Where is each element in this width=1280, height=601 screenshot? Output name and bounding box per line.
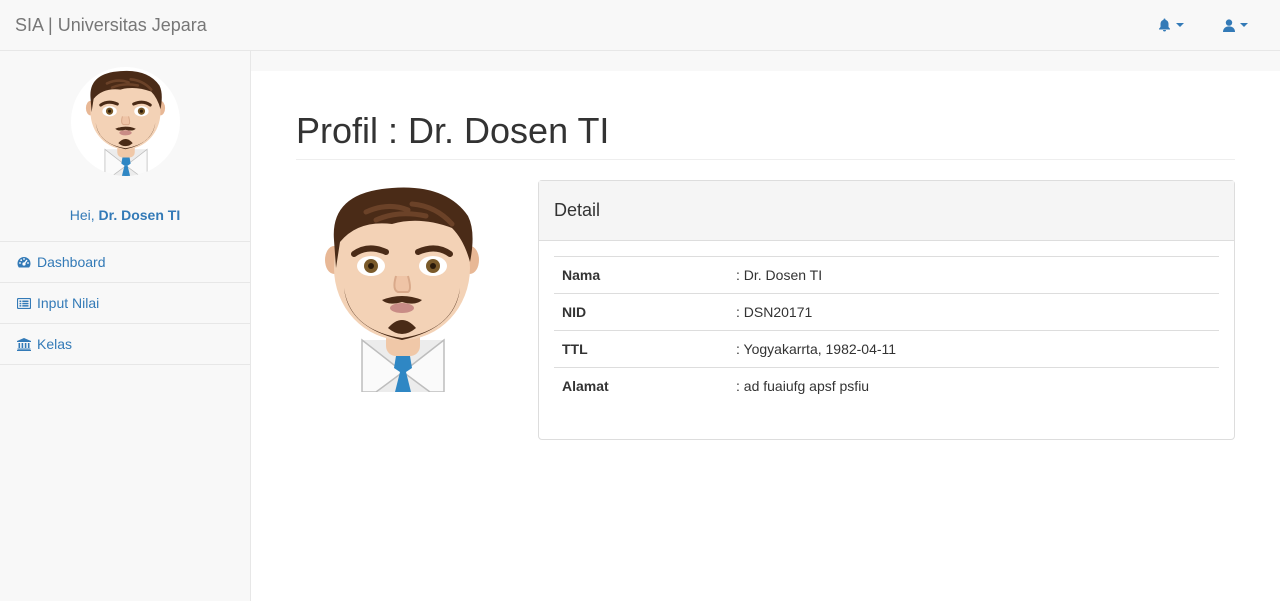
notifications-dropdown[interactable] [1158,16,1184,34]
row-value: : ad fuaiufg apsf psfiu [736,378,870,395]
sidebar-item-input-nilai[interactable]: Input Nilai [0,283,250,324]
top-navbar: SIA | Universitas Jepara [0,0,1280,51]
panel-body: Nama : Dr. Dosen TI NID : DSN20171 TTL :… [539,241,1234,420]
greeting-user-name: Dr. Dosen TI [98,207,181,223]
sidebar-item-label: Dashboard [37,254,106,270]
table-row: Nama : Dr. Dosen TI [554,256,1219,294]
user-dropdown[interactable] [1223,16,1248,34]
list-icon [17,297,31,309]
row-label: NID [554,293,728,331]
detail-table: Nama : Dr. Dosen TI NID : DSN20171 TTL :… [554,256,1219,405]
row-label: TTL [554,330,728,368]
user-icon [1223,18,1235,32]
user-greeting: Hei, Dr. Dosen TI [0,207,250,223]
row-label: Nama [554,256,728,294]
detail-panel: Detail Nama : Dr. Dosen TI NID : DSN2017… [538,180,1235,440]
title-divider [296,159,1235,160]
chevron-down-icon [1176,23,1184,27]
sidebar-item-label: Kelas [37,336,73,352]
row-value: : Yogyakarrta, 1982-04-11 [728,330,1219,368]
bell-icon [1159,18,1170,32]
table-row: Alamat : ad fuaiufg apsf psfiu [554,368,1219,405]
chevron-down-icon [1240,23,1248,27]
panel-title: Detail [539,181,1234,241]
table-row: TTL : Yogyakarrta, 1982-04-11 [554,330,1219,368]
brand-link[interactable]: SIA | Universitas Jepara [15,14,207,36]
dashboard-icon [17,257,31,268]
avatar [71,67,180,176]
institution-icon [17,337,31,351]
sidebar-item-label: Input Nilai [37,295,100,311]
row-value: : Dr. Dosen TI [728,256,1219,294]
sidebar: Hei, Dr. Dosen TI Dashboard Input Nilai [0,51,251,601]
sidebar-menu: Dashboard Input Nilai Kelas [0,241,250,365]
avatar-image [85,70,166,176]
main-content: Profil : Dr. Dosen TI Detail Nama: Dr. … [251,71,1280,601]
profile-photo [296,180,508,393]
profile-avatar-image [325,187,479,393]
greeting-text: Hei, [69,207,99,223]
sidebar-item-dashboard[interactable]: Dashboard [0,242,250,283]
table-row: NID : DSN20171 [554,293,1219,331]
sidebar-item-kelas[interactable]: Kelas [0,324,250,365]
page-title: Profil : Dr. Dosen TI [296,110,610,151]
row-label: Alamat [562,378,609,395]
row-value: : DSN20171 [728,293,1219,331]
